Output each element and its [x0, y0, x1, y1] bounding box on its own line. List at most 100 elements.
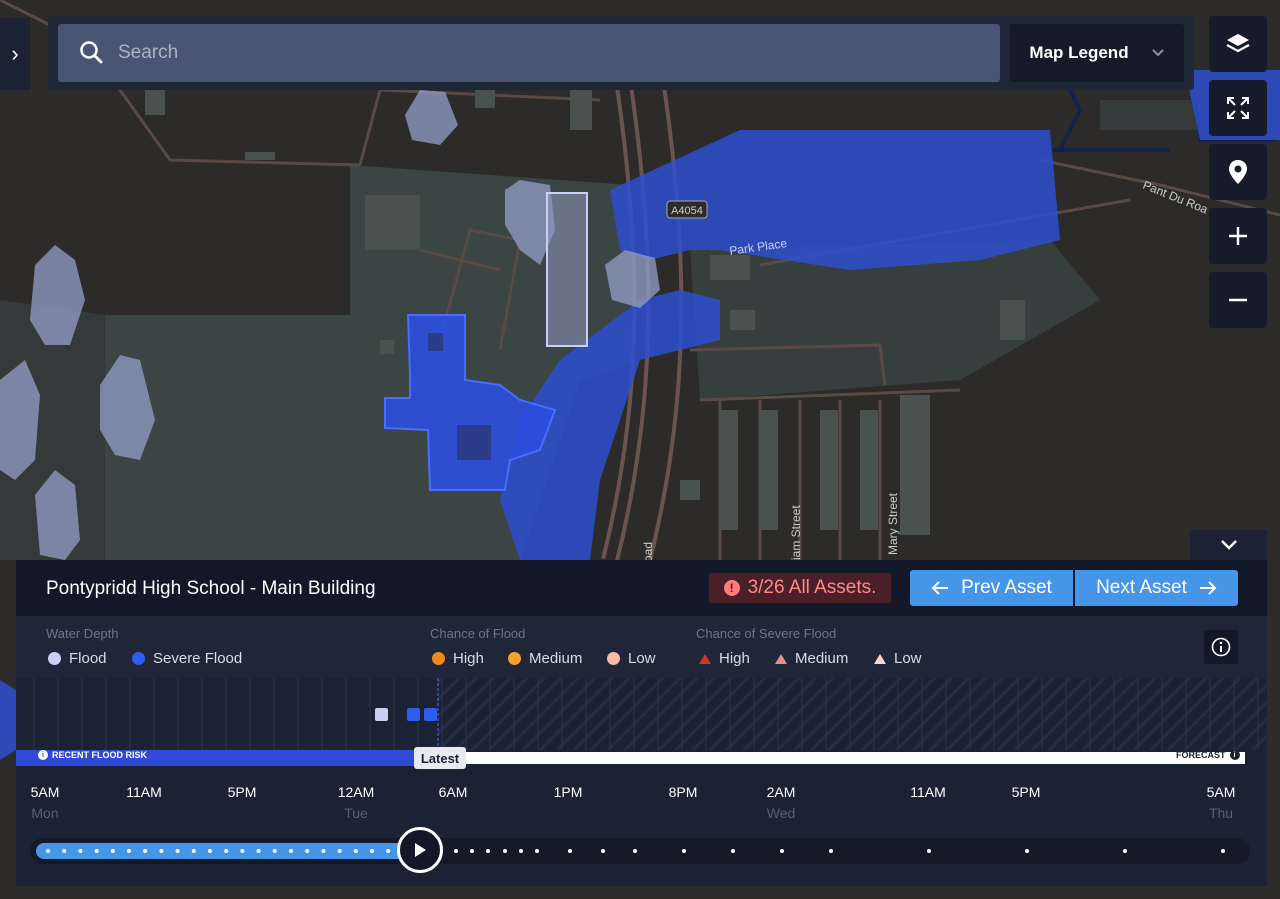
recent-label-text: RECENT FLOOD RISK — [52, 750, 148, 760]
play-button[interactable] — [397, 827, 443, 873]
search-box[interactable] — [58, 24, 1000, 82]
scrubber-dot[interactable] — [568, 849, 572, 853]
flood-timeline: i RECENT FLOOD RISK FORECAST i Latest 5A… — [16, 678, 1267, 886]
panel-collapse-button[interactable] — [1190, 530, 1267, 560]
scrubber-dot[interactable] — [78, 849, 83, 853]
arrow-left-icon — [931, 581, 949, 595]
axis-time-label: 8PM — [668, 784, 698, 800]
scrubber-dot[interactable] — [94, 849, 99, 853]
flood-legend: Water Depth Flood Severe Flood Chance of… — [16, 616, 1267, 678]
scrubber-dot[interactable] — [321, 849, 326, 853]
scrubber-dot[interactable] — [829, 849, 833, 853]
scrubber-dot[interactable] — [240, 849, 245, 853]
search-bar: Map Legend — [48, 16, 1194, 90]
arrow-right-icon — [1199, 581, 1217, 595]
location-pin-icon — [1229, 160, 1247, 184]
high-dot-icon — [432, 652, 445, 665]
scrubber-dot[interactable] — [535, 849, 539, 853]
forecast-label-text: FORECAST — [1176, 750, 1226, 760]
scrubber-dot[interactable] — [353, 849, 358, 853]
prev-asset-label: Prev Asset — [961, 577, 1052, 598]
alert-icon: ! — [723, 580, 740, 596]
fullscreen-button[interactable] — [1209, 80, 1267, 136]
scrubber-dot[interactable] — [1025, 849, 1029, 853]
info-icon: i — [1229, 750, 1240, 760]
legend-label: Severe Flood — [153, 650, 243, 667]
scrubber-dot[interactable] — [159, 849, 164, 853]
scrubber-dot[interactable] — [370, 849, 374, 853]
legend-label: Medium — [529, 650, 583, 667]
scrubber-dot[interactable] — [191, 849, 196, 853]
scrubber-dot[interactable] — [224, 849, 229, 853]
legend-item-severe-flood: Severe Flood — [132, 650, 242, 667]
scrubber-dot[interactable] — [682, 849, 686, 853]
asset-count-badge[interactable]: ! 3/26 All Assets. — [709, 573, 891, 603]
scrubber-dot[interactable] — [1221, 849, 1225, 853]
axis-time-label: 11AM — [910, 784, 946, 800]
scrubber-dot[interactable] — [633, 849, 637, 853]
scrubber-dot[interactable] — [731, 849, 735, 853]
scrubber-dot[interactable] — [256, 849, 261, 853]
chevron-right-icon: › — [11, 41, 19, 66]
layers-icon — [1226, 34, 1250, 53]
prev-asset-button[interactable]: Prev Asset — [910, 570, 1073, 606]
scrubber-dot[interactable] — [470, 849, 474, 853]
scrubber-dot[interactable] — [305, 849, 310, 853]
scrubber-dot[interactable] — [780, 849, 784, 853]
scrubber-dot[interactable] — [110, 849, 115, 853]
legend-label: Low — [894, 650, 922, 667]
legend-label: High — [719, 650, 750, 667]
play-icon — [415, 843, 426, 857]
medium-triangle-icon — [775, 653, 787, 664]
scrubber-dot[interactable] — [486, 849, 490, 853]
info-icon: i — [38, 750, 48, 760]
legend-item-flood-medium: Medium — [508, 650, 582, 667]
zoom-out-button[interactable] — [1209, 272, 1267, 328]
asset-count-label: 3/26 All Assets. — [747, 577, 877, 598]
layers-button[interactable] — [1209, 16, 1267, 72]
axis-day-label: Mon — [31, 805, 59, 821]
legend-info-button[interactable] — [1204, 630, 1238, 664]
scrubber-dot[interactable] — [175, 849, 180, 853]
legend-label: Flood — [69, 650, 107, 667]
scrubber-dot[interactable] — [454, 849, 458, 853]
scrubber-dot[interactable] — [289, 849, 293, 853]
map-legend-dropdown[interactable]: Map Legend — [1010, 24, 1184, 82]
scrubber-dot[interactable] — [46, 849, 50, 853]
scrubber-dot[interactable] — [386, 849, 391, 853]
timeline-marker-flood[interactable] — [375, 708, 388, 721]
scrubber-dot[interactable] — [601, 849, 605, 853]
scrubber-dot[interactable] — [127, 849, 131, 853]
legend-item-flood-high: High — [432, 650, 484, 667]
scrubber-dot[interactable] — [62, 849, 67, 853]
legend-item-flood: Flood — [48, 650, 107, 667]
scrubber-dot[interactable] — [927, 849, 931, 853]
timeline-marker-severe-flood[interactable] — [407, 708, 420, 721]
fullscreen-icon — [1227, 97, 1249, 119]
legend-item-severe-low: Low — [874, 650, 922, 667]
next-asset-button[interactable]: Next Asset — [1075, 570, 1238, 606]
locate-button[interactable] — [1209, 144, 1267, 200]
legend-label: Low — [628, 650, 656, 667]
axis-time-label: 5AM — [30, 784, 60, 800]
scrubber-dot[interactable] — [503, 849, 507, 853]
legend-item-flood-low: Low — [607, 650, 656, 667]
sidebar-expand-button[interactable]: › — [0, 18, 30, 90]
scrubber-dot[interactable] — [272, 849, 277, 853]
minus-icon — [1229, 298, 1247, 302]
zoom-in-button[interactable] — [1209, 208, 1267, 264]
legend-label: Medium — [795, 650, 849, 667]
scrubber-dot[interactable] — [208, 849, 212, 853]
scrubber-dot[interactable] — [143, 849, 148, 853]
scrubber-dot[interactable] — [519, 849, 523, 853]
timeline-track[interactable] — [16, 678, 1267, 766]
road-label-a4054: A4054 — [671, 205, 703, 217]
timeline-marker-severe-flood[interactable] — [424, 708, 437, 721]
search-icon — [80, 41, 103, 64]
timeline-scrubber[interactable] — [16, 836, 1267, 866]
scrubber-dot[interactable] — [1123, 849, 1127, 853]
axis-day-label: Thu — [1208, 805, 1234, 821]
axis-time-label: 2AM — [766, 784, 796, 800]
search-input[interactable] — [118, 42, 918, 64]
scrubber-dot[interactable] — [337, 849, 342, 853]
